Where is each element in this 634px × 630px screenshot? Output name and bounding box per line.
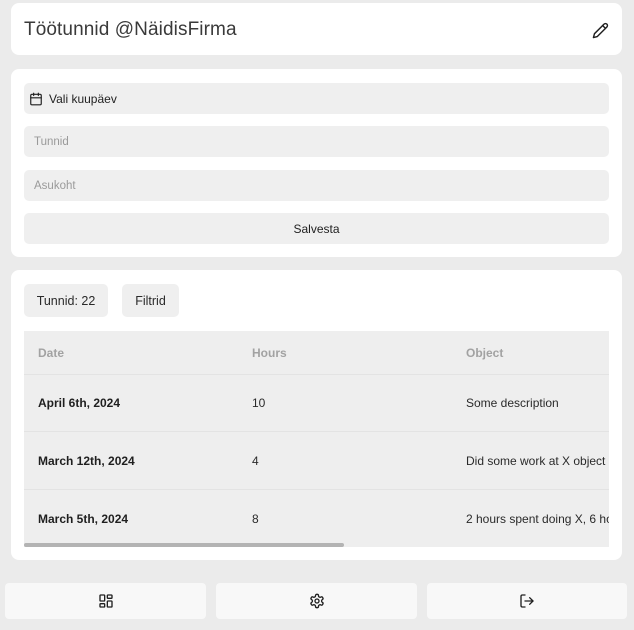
column-header-object[interactable]: Object [466, 346, 503, 360]
table-header: Date Hours Object [24, 331, 609, 375]
cell-date: March 12th, 2024 [38, 453, 135, 468]
edit-button[interactable] [590, 20, 610, 40]
gear-icon [309, 593, 325, 609]
cell-object: Some description [466, 396, 559, 410]
entry-form: Vali kuupäev Salvesta [11, 69, 622, 257]
table-row[interactable]: March 5th, 2024 8 2 hours spent doing X,… [24, 490, 609, 547]
cell-date: April 6th, 2024 [38, 396, 121, 410]
dashboard-icon [98, 593, 114, 609]
cell-object: Did some work at X object [466, 453, 606, 468]
dashboard-nav-button[interactable] [5, 583, 206, 619]
total-hours-badge[interactable]: Tunnid: 22 [24, 284, 108, 317]
cell-object: 2 hours spent doing X, 6 hou [466, 511, 609, 526]
logout-nav-button[interactable] [427, 583, 627, 619]
hours-input[interactable] [24, 126, 609, 157]
header-card: Töötunnid @NäidisFirma [11, 3, 622, 55]
pencil-icon [592, 22, 609, 39]
hours-list-card: Tunnid: 22 Filtrid Date Hours Object Apr… [11, 270, 622, 560]
table-row[interactable]: March 12th, 2024 4 Did some work at X ob… [24, 432, 609, 490]
bottom-navigation [0, 575, 634, 630]
calendar-icon [29, 92, 43, 106]
table-row[interactable]: April 6th, 2024 10 Some description [24, 375, 609, 432]
page-title: Töötunnid @NäidisFirma [24, 19, 237, 40]
column-header-date[interactable]: Date [38, 346, 64, 360]
date-picker[interactable]: Vali kuupäev [24, 83, 609, 114]
hours-table: Date Hours Object April 6th, 2024 10 Som… [24, 331, 609, 547]
location-input[interactable] [24, 170, 609, 201]
cell-hours: 8 [252, 511, 259, 526]
filters-button[interactable]: Filtrid [122, 284, 179, 317]
cell-hours: 10 [252, 396, 266, 410]
column-header-hours[interactable]: Hours [252, 346, 287, 360]
table-horizontal-scrollbar[interactable] [24, 543, 344, 547]
cell-date: March 5th, 2024 [38, 511, 129, 526]
save-button[interactable]: Salvesta [24, 213, 609, 244]
logout-icon [519, 593, 535, 609]
settings-nav-button[interactable] [216, 583, 417, 619]
cell-hours: 4 [252, 453, 259, 468]
date-picker-label: Vali kuupäev [49, 91, 117, 106]
